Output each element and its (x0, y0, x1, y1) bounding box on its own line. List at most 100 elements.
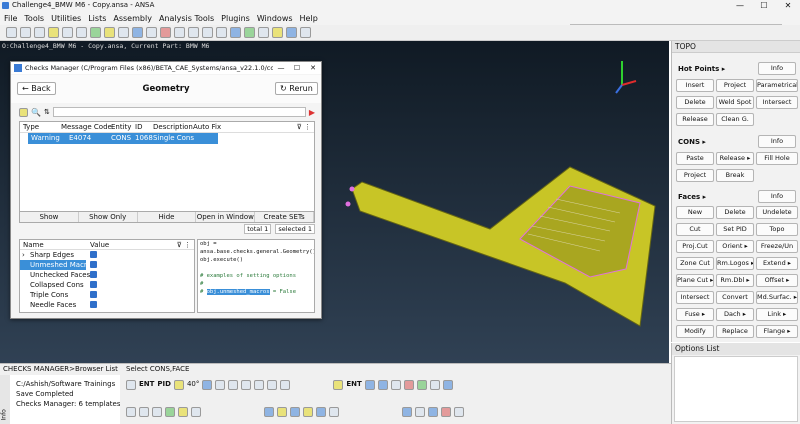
view-icon[interactable] (230, 27, 241, 38)
folder-icon[interactable] (48, 27, 59, 38)
line-icon[interactable] (454, 407, 464, 417)
filter-sort-icon[interactable]: ⇅ (44, 108, 50, 116)
pid-toggle[interactable]: PID (157, 380, 171, 390)
rerun-button[interactable]: ↻ Rerun (275, 82, 318, 95)
col-id[interactable]: ID (132, 122, 150, 132)
minus-icon[interactable] (241, 380, 252, 390)
show-button[interactable]: Show (20, 212, 79, 222)
grid-icon[interactable] (132, 27, 143, 38)
cons-project-button[interactable]: Project (676, 169, 714, 182)
settings-icon[interactable] (258, 27, 269, 38)
link-button[interactable]: Link ▸ (756, 308, 798, 321)
list-icon[interactable] (118, 27, 129, 38)
import-icon[interactable] (62, 27, 73, 38)
checkbox[interactable] (90, 261, 97, 268)
cons-release-button[interactable]: Release ▸ (716, 152, 754, 165)
checkbox[interactable] (90, 301, 97, 308)
menu-lists[interactable]: Lists (88, 14, 106, 23)
camera-icon[interactable] (216, 27, 227, 38)
bracket-icon[interactable] (178, 407, 188, 417)
wire-cube-icon[interactable] (377, 380, 388, 390)
release-button[interactable]: Release (676, 113, 714, 126)
orient-button[interactable]: Orient ▸ (716, 240, 754, 253)
dach-button[interactable]: Dach ▸ (716, 308, 754, 321)
export-icon[interactable] (76, 27, 87, 38)
fill-hole-button[interactable]: Fill Hole (756, 152, 798, 165)
list-value-header[interactable]: Value (90, 240, 150, 249)
extend-button[interactable]: Extend ▸ (756, 257, 798, 270)
set-pid-button[interactable]: Set PID (716, 223, 754, 236)
cube-icon[interactable] (364, 380, 375, 390)
rm-logos-button[interactable]: Rm.Logos ▸ (716, 257, 754, 270)
faces-info-button[interactable]: Info (758, 190, 796, 203)
undo-icon[interactable] (174, 27, 185, 38)
md-surfac-button[interactable]: Md.Surfac. ▸ (756, 291, 798, 304)
modify-button[interactable]: Modify (676, 325, 714, 338)
rm-dbl-button[interactable]: Rm.Dbl ▸ (716, 274, 754, 287)
insert-button[interactable]: Insert (676, 79, 714, 92)
faces-delete-button[interactable]: Delete (716, 206, 754, 219)
feature-angle-icon[interactable] (173, 380, 184, 390)
undelete-button[interactable]: Undelete (756, 206, 798, 219)
checkbox[interactable] (90, 281, 97, 288)
plane-cut-button[interactable]: Plane Cut ▸ (676, 274, 714, 287)
dialog-maximize-button[interactable]: ☐ (289, 62, 305, 74)
expand-icon[interactable]: › (22, 250, 25, 260)
table-row[interactable]: Warning E4074 CONS 1068 Single Cons (28, 133, 218, 144)
ent2-toggle[interactable]: ENT (346, 380, 361, 390)
proj-cut-button[interactable]: Proj.Cut (676, 240, 714, 253)
flange-button[interactable]: Flange ▸ (756, 325, 798, 338)
menu-windows[interactable]: Windows (257, 14, 293, 23)
highlight-icon[interactable] (272, 27, 283, 38)
new-icon[interactable] (6, 27, 17, 38)
ent-toggle[interactable]: ENT (139, 380, 154, 390)
menu-help[interactable]: Help (300, 14, 318, 23)
zoom-icon[interactable] (215, 380, 226, 390)
red-cube-icon[interactable] (403, 380, 414, 390)
layout-icon[interactable] (286, 27, 297, 38)
cursor-icon[interactable] (202, 380, 213, 390)
cons-label[interactable]: CONS ▸ (678, 138, 706, 146)
info-tab[interactable]: Info (0, 375, 10, 424)
show-only-button[interactable]: Show Only (79, 212, 138, 222)
part-icon[interactable] (104, 27, 115, 38)
green-cube-icon[interactable] (416, 380, 427, 390)
spline-icon[interactable] (415, 407, 425, 417)
col-entity[interactable]: Entity (108, 122, 132, 132)
select-box-icon[interactable] (126, 380, 136, 390)
break-button[interactable]: Break (716, 169, 754, 182)
sphere-icon[interactable] (442, 380, 453, 390)
python-code-view[interactable]: obj = ansa.base.checks.general.Geometry(… (197, 239, 315, 313)
wand-icon[interactable] (19, 107, 28, 117)
run-icon[interactable]: ▶ (309, 108, 315, 117)
menu-tools[interactable]: Tools (24, 14, 44, 23)
delete-button[interactable]: Delete (676, 96, 714, 109)
list-filter-icon[interactable]: ⊽ ⋮ (177, 240, 194, 249)
weld-spot-button[interactable]: Weld Spot (716, 96, 754, 109)
options-list-area[interactable] (674, 356, 798, 422)
clean-g-button[interactable]: Clean G. (716, 113, 754, 126)
ellipse-icon[interactable] (428, 407, 438, 417)
save-icon[interactable] (34, 27, 45, 38)
close-button[interactable]: ✕ (776, 0, 800, 11)
topo-button[interactable]: Topo (756, 223, 798, 236)
list-item[interactable]: Triple Cons (20, 290, 194, 300)
crosshair-icon[interactable] (267, 380, 278, 390)
gray-cube-icon[interactable] (429, 380, 440, 390)
back-button[interactable]: ← Back (17, 82, 56, 95)
parametrical-button[interactable]: Parametrical (756, 79, 798, 92)
box-icon[interactable] (390, 380, 401, 390)
redo-icon[interactable] (188, 27, 199, 38)
checkbox[interactable] (90, 251, 97, 258)
list-item[interactable]: Unchecked Faces (20, 270, 194, 280)
filter-input[interactable] (52, 107, 306, 117)
circle-icon[interactable] (441, 407, 451, 417)
angle-value[interactable]: 40° (187, 380, 199, 390)
frame6-icon[interactable] (329, 407, 339, 417)
col-description[interactable]: Description (150, 122, 193, 132)
hotpoints-info-button[interactable]: Info (758, 62, 796, 75)
target-icon[interactable] (280, 380, 291, 390)
hide-button[interactable]: Hide (138, 212, 197, 222)
frame4-icon[interactable] (303, 407, 313, 417)
list-item[interactable]: › Sharp Edges (20, 250, 194, 260)
